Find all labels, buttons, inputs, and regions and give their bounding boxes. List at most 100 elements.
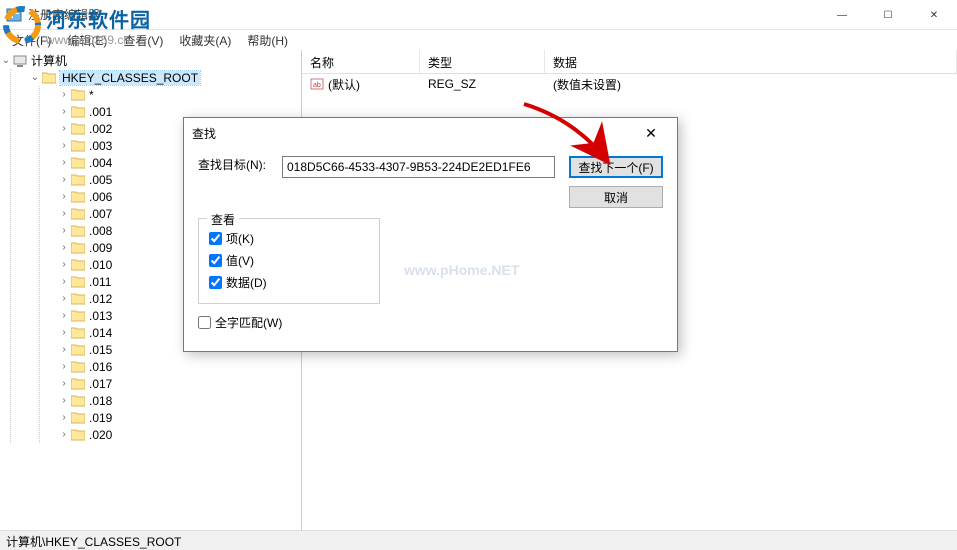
chk-keys-label: 项(K) — [226, 230, 254, 247]
chevron-right-icon[interactable]: › — [58, 106, 70, 117]
folder-icon — [70, 172, 86, 188]
chk-whole-label: 全字匹配(W) — [215, 314, 282, 331]
chk-keys-row[interactable]: 项(K) — [209, 227, 369, 249]
minimize-button[interactable]: — — [819, 0, 865, 30]
tree-node-label: .016 — [89, 360, 112, 374]
tree-node-hkcr[interactable]: ⌄ HKEY_CLASSES_ROOT — [29, 69, 301, 86]
chevron-right-icon[interactable]: › — [58, 361, 70, 372]
folder-icon — [70, 138, 86, 154]
close-button[interactable]: ✕ — [911, 0, 957, 30]
chevron-right-icon[interactable]: › — [58, 242, 70, 253]
folder-icon — [70, 342, 86, 358]
folder-icon — [70, 121, 86, 137]
chevron-right-icon[interactable]: › — [58, 378, 70, 389]
folder-icon — [70, 206, 86, 222]
folder-icon — [70, 410, 86, 426]
chevron-right-icon[interactable]: › — [58, 327, 70, 338]
dialog-close-button[interactable]: ✕ — [633, 121, 669, 145]
string-value-icon: ab — [310, 77, 324, 91]
tree-node-label: .010 — [89, 258, 112, 272]
window-controls: — ☐ ✕ — [819, 0, 957, 29]
cancel-button[interactable]: 取消 — [569, 186, 663, 208]
tree-node-label: .019 — [89, 411, 112, 425]
tree-node-label: .014 — [89, 326, 112, 340]
chk-whole[interactable] — [198, 316, 211, 329]
tree-node[interactable]: ›.020 — [58, 426, 301, 443]
tree-node-label: .017 — [89, 377, 112, 391]
tree-node-label: .002 — [89, 122, 112, 136]
chevron-right-icon[interactable]: › — [58, 395, 70, 406]
col-data[interactable]: 数据 — [545, 50, 957, 73]
chevron-right-icon[interactable]: › — [58, 412, 70, 423]
folder-icon — [70, 291, 86, 307]
dialog-titlebar[interactable]: 查找 ✕ — [184, 118, 677, 148]
chk-values-row[interactable]: 值(V) — [209, 249, 369, 271]
chevron-right-icon[interactable]: › — [58, 191, 70, 202]
find-dialog: 查找 ✕ 查找目标(N): 查找下一个(F) 取消 查看 项(K) 值(V) 数 — [183, 117, 678, 352]
col-type[interactable]: 类型 — [420, 50, 545, 73]
folder-icon — [70, 189, 86, 205]
tree-node-label: .001 — [89, 105, 112, 119]
list-row[interactable]: ab (默认) REG_SZ (数值未设置) — [302, 74, 957, 94]
chevron-right-icon[interactable]: › — [58, 310, 70, 321]
find-target-label: 查找目标(N): — [198, 156, 282, 173]
maximize-button[interactable]: ☐ — [865, 0, 911, 30]
chevron-right-icon[interactable]: › — [58, 174, 70, 185]
menu-favorites[interactable]: 收藏夹(A) — [171, 30, 239, 51]
chevron-right-icon[interactable]: › — [58, 429, 70, 440]
tree-node[interactable]: › .017 — [58, 375, 301, 392]
tree-root-label: 计算机 — [31, 52, 67, 69]
chk-data-row[interactable]: 数据(D) — [209, 271, 369, 293]
list-cell-name: ab (默认) — [302, 74, 420, 95]
chevron-right-icon[interactable]: › — [58, 293, 70, 304]
chevron-right-icon[interactable]: › — [58, 89, 70, 100]
chevron-right-icon[interactable]: › — [58, 123, 70, 134]
tree-node-label: * — [89, 88, 94, 102]
tree-node-label: .003 — [89, 139, 112, 153]
dialog-title: 查找 — [192, 125, 633, 142]
computer-icon — [12, 53, 28, 69]
tree-node[interactable]: › .019 — [58, 409, 301, 426]
menu-edit[interactable]: 编辑(E) — [59, 30, 115, 51]
chevron-down-icon[interactable]: ⌄ — [0, 55, 12, 66]
list-value-name: (默认) — [328, 76, 360, 93]
tree-node-label: .011 — [89, 275, 111, 289]
chevron-right-icon[interactable]: › — [58, 208, 70, 219]
chk-keys[interactable] — [209, 232, 222, 245]
list-cell-data: (数值未设置) — [545, 74, 957, 95]
folder-icon — [70, 257, 86, 273]
folder-icon — [70, 240, 86, 256]
chevron-right-icon[interactable]: › — [58, 276, 70, 287]
chevron-right-icon[interactable]: › — [58, 157, 70, 168]
menu-file[interactable]: 文件(F) — [4, 30, 59, 51]
find-next-button[interactable]: 查找下一个(F) — [569, 156, 663, 178]
chevron-right-icon[interactable]: › — [58, 140, 70, 151]
chk-values[interactable] — [209, 254, 222, 267]
tree-node[interactable]: › .016 — [58, 358, 301, 375]
find-target-input[interactable] — [282, 156, 555, 178]
regedit-app-icon — [6, 7, 22, 23]
status-bar: 计算机\HKEY_CLASSES_ROOT — [0, 530, 957, 550]
menu-help[interactable]: 帮助(H) — [239, 30, 296, 51]
chevron-right-icon[interactable]: › — [58, 225, 70, 236]
tree-node-label: .006 — [89, 190, 112, 204]
chevron-down-icon[interactable]: ⌄ — [29, 72, 41, 83]
list-cell-type: REG_SZ — [420, 75, 545, 93]
chk-values-label: 值(V) — [226, 252, 254, 269]
col-name[interactable]: 名称 — [302, 50, 420, 73]
folder-icon — [70, 376, 86, 392]
tree-node-label: .008 — [89, 224, 112, 238]
folder-icon — [70, 274, 86, 290]
chk-data[interactable] — [209, 276, 222, 289]
menu-view[interactable]: 查看(V) — [115, 30, 171, 51]
chk-whole-row[interactable]: 全字匹配(W) — [198, 314, 663, 331]
tree-node[interactable]: ›.018 — [58, 392, 301, 409]
tree-hkcr-label: HKEY_CLASSES_ROOT — [60, 71, 200, 85]
tree-root-computer[interactable]: ⌄ 计算机 — [0, 52, 301, 69]
folder-icon — [70, 393, 86, 409]
tree-node[interactable]: ›* — [58, 86, 301, 103]
chevron-right-icon[interactable]: › — [58, 344, 70, 355]
tree-node-label: .012 — [89, 292, 112, 306]
chevron-right-icon[interactable]: › — [58, 259, 70, 270]
tree-node-label: .005 — [89, 173, 112, 187]
